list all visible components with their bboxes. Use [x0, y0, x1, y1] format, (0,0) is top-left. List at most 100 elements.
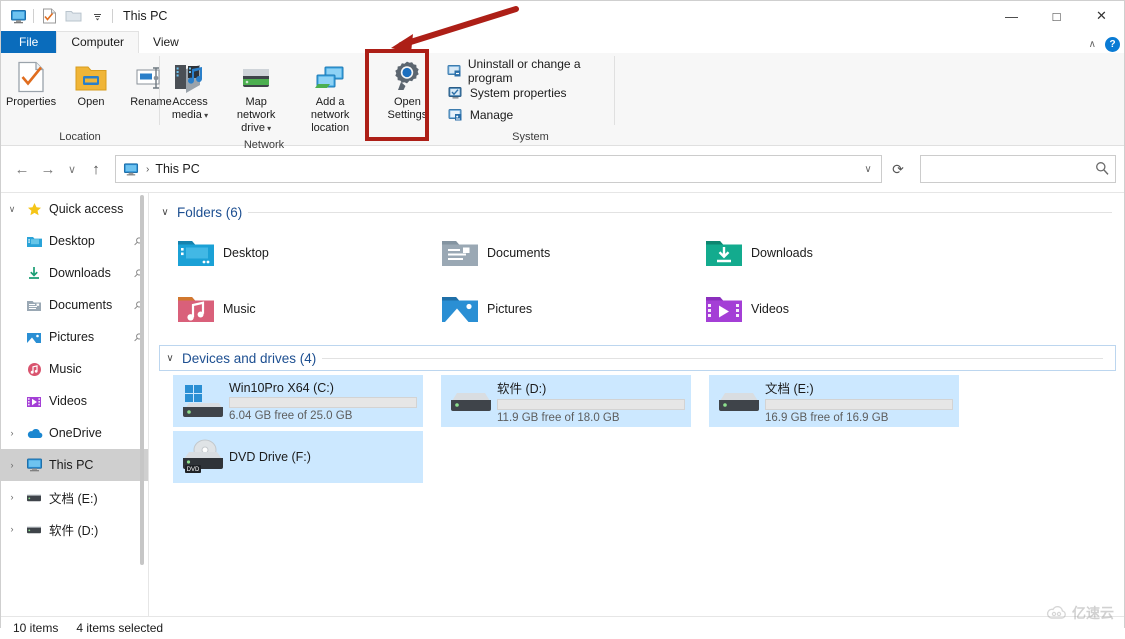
folder-tile-desktop[interactable]: Desktop [169, 225, 423, 281]
ribbon-tab-right-controls: ∧ ? [1089, 37, 1120, 52]
access-media-label-line1: Access [172, 96, 207, 109]
drive-tile-e[interactable]: 文档 (E:) 16.9 GB free of 16.9 GB [709, 375, 959, 427]
chevron-right-icon[interactable]: › [1, 460, 23, 470]
sidebar-item-documents[interactable]: Documents ⚲ [1, 289, 148, 321]
open-button[interactable]: Open [61, 57, 121, 111]
up-button[interactable]: ↑ [83, 154, 109, 184]
this-pc-icon[interactable] [9, 7, 27, 25]
search-input[interactable] [927, 161, 1095, 177]
star-icon [23, 202, 45, 217]
documents-folder-icon [23, 298, 45, 313]
new-folder-icon[interactable] [64, 7, 82, 25]
access-media-button[interactable]: Access media ▾ [160, 57, 220, 124]
title-bar: This PC — □ ✕ [1, 1, 1124, 31]
ribbon-group-system-caption: System [447, 129, 614, 145]
forward-button[interactable]: → [35, 154, 61, 184]
videos-folder-icon [701, 291, 747, 327]
add-network-location-button[interactable]: Add a network location [292, 57, 368, 137]
refresh-button[interactable]: ⟳ [882, 154, 914, 184]
maximize-button[interactable]: □ [1034, 1, 1079, 31]
breadcrumb-text[interactable]: This PC [155, 162, 199, 176]
map-network-drive-label-line2: drive ▾ [241, 122, 271, 135]
drive-tile-d[interactable]: 软件 (D:) 11.9 GB free of 18.0 GB [441, 375, 691, 427]
quick-access-toolbar [9, 7, 113, 25]
sidebar-item-onedrive[interactable]: › OneDrive [1, 417, 148, 449]
sidebar-item-downloads[interactable]: Downloads ⚲ [1, 257, 148, 289]
cloud-logo-icon [1046, 605, 1068, 621]
ribbon-group-location: Properties Open [1, 53, 159, 145]
collapse-ribbon-icon[interactable]: ∧ [1089, 39, 1096, 50]
search-box[interactable] [920, 155, 1116, 183]
dvd-drive-icon: DVD [177, 438, 229, 476]
search-icon[interactable] [1095, 161, 1109, 178]
explorer-body: ∨ Quick access Desktop ⚲ [1, 192, 1124, 616]
sidebar-item-drive-d[interactable]: › 软件 (D:) [1, 513, 148, 545]
sidebar-item-videos[interactable]: Videos [1, 385, 148, 417]
system-properties-item[interactable]: System properties [447, 84, 614, 102]
folder-label: Desktop [223, 246, 269, 260]
recent-locations-button[interactable]: ∨ [61, 154, 83, 184]
sidebar-scrollbar-thumb[interactable] [140, 195, 144, 565]
breadcrumb-dropdown-icon[interactable]: ∨ [855, 164, 881, 175]
tab-view[interactable]: View [139, 31, 193, 53]
chevron-right-icon[interactable]: › [1, 428, 23, 438]
drive-free-space: 11.9 GB free of 18.0 GB [497, 412, 685, 424]
sidebar-item-label: OneDrive [49, 426, 102, 440]
desktop-folder-icon [23, 234, 45, 249]
drives-group-header[interactable]: ∨ Devices and drives (4) [159, 345, 1116, 371]
drive-name: DVD Drive (F:) [229, 450, 417, 464]
sidebar-item-desktop[interactable]: Desktop ⚲ [1, 225, 148, 257]
window-controls: — □ ✕ [989, 1, 1124, 31]
sidebar-scrollbar[interactable] [140, 195, 144, 606]
properties-icon[interactable] [40, 7, 58, 25]
folder-tile-documents[interactable]: Documents [433, 225, 687, 281]
pictures-folder-icon [437, 291, 483, 327]
chevron-down-icon[interactable]: ▾ [202, 111, 208, 120]
back-button[interactable]: ← [9, 154, 35, 184]
folder-tile-videos[interactable]: Videos [697, 281, 951, 337]
chevron-down-icon[interactable]: ∨ [1, 204, 23, 215]
drive-name: Win10Pro X64 (C:) [229, 381, 417, 395]
customize-qat-chevron-icon[interactable] [88, 7, 106, 25]
folder-tile-pictures[interactable]: Pictures [433, 281, 687, 337]
folders-group-title: Folders (6) [177, 205, 242, 220]
drive-info: DVD Drive (F:) [229, 450, 417, 464]
properties-button[interactable]: Properties [1, 57, 61, 111]
folder-tile-downloads[interactable]: Downloads [697, 225, 951, 281]
sidebar-item-this-pc[interactable]: › This PC [1, 449, 148, 481]
selection-count-label: 4 items selected [76, 621, 163, 635]
drive-tile-c[interactable]: Win10Pro X64 (C:) 6.04 GB free of 25.0 G… [173, 375, 423, 427]
properties-label: Properties [6, 96, 56, 109]
sidebar-item-label: 文档 (E:) [49, 488, 98, 507]
folders-group-header[interactable]: ∨ Folders (6) [159, 199, 1124, 225]
sidebar-item-drive-e[interactable]: › 文档 (E:) [1, 481, 148, 513]
help-icon[interactable]: ? [1105, 37, 1120, 52]
tab-computer[interactable]: Computer [56, 31, 139, 53]
chevron-right-icon[interactable]: › [1, 524, 23, 534]
sidebar-item-label: Videos [49, 394, 87, 408]
uninstall-program-label: Uninstall or change a program [468, 57, 608, 85]
manage-item[interactable]: Manage [447, 106, 614, 124]
chevron-down-icon[interactable]: ▾ [265, 124, 271, 133]
chevron-down-icon[interactable]: ∨ [164, 353, 176, 364]
chevron-right-icon[interactable]: › [1, 492, 23, 502]
map-network-drive-button[interactable]: Map network drive ▾ [220, 57, 292, 137]
sidebar-item-quick-access[interactable]: ∨ Quick access [1, 193, 148, 225]
sidebar-item-music[interactable]: Music [1, 353, 148, 385]
desktop-folder-icon [173, 235, 219, 271]
tab-file[interactable]: File [1, 31, 56, 53]
videos-folder-icon [23, 394, 45, 409]
folder-tile-music[interactable]: Music [169, 281, 423, 337]
ribbon-group-system: Open Settings Uninstall o [369, 53, 614, 145]
sidebar-item-label: Downloads [49, 266, 111, 280]
open-settings-button[interactable]: Open Settings [376, 57, 439, 124]
manage-label: Manage [470, 108, 513, 122]
chevron-down-icon[interactable]: ∨ [159, 207, 171, 218]
this-pc-icon [23, 457, 45, 473]
uninstall-or-change-a-program-item[interactable]: Uninstall or change a program [447, 62, 614, 80]
breadcrumb[interactable]: › This PC ∨ [115, 155, 882, 183]
minimize-button[interactable]: — [989, 1, 1034, 31]
drive-tile-f-dvd[interactable]: DVD DVD Drive (F:) [173, 431, 423, 483]
sidebar-item-pictures[interactable]: Pictures ⚲ [1, 321, 148, 353]
close-button[interactable]: ✕ [1079, 1, 1124, 31]
